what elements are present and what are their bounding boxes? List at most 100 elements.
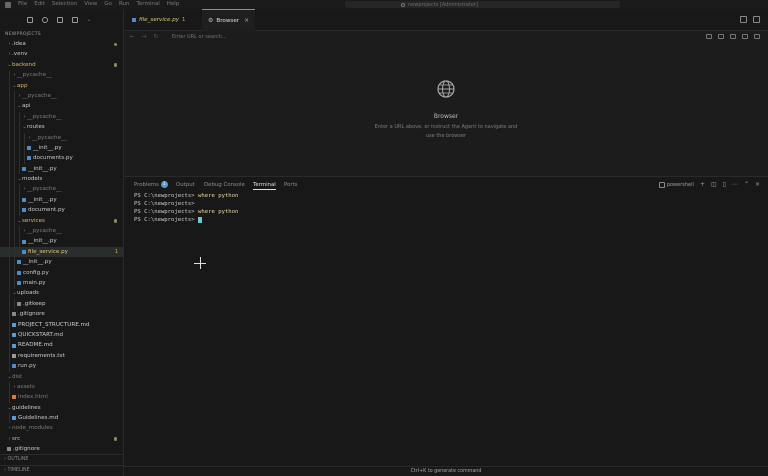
tree-item-label: app (17, 82, 28, 89)
tree-folder-item[interactable]: ⌄ services (0, 215, 124, 227)
terminal-prompt: PS C:\newprojects> (134, 217, 195, 223)
close-icon[interactable]: × (755, 181, 760, 188)
command-search[interactable]: newprojects [Administrator] (345, 1, 620, 8)
tree-item-label: models (22, 176, 43, 183)
explorer-icon[interactable] (27, 17, 33, 23)
menu-go[interactable]: Go (104, 0, 112, 9)
tab-debug-console[interactable]: Debug Console (204, 181, 245, 189)
menu-selection[interactable]: Selection (52, 0, 77, 9)
menu-edit[interactable]: Edit (34, 0, 45, 9)
tree-file-item[interactable]: document.py (0, 205, 124, 216)
menu-view[interactable]: View (84, 0, 97, 9)
tree-folder-item[interactable]: › __pycache__ (0, 90, 124, 102)
more-icon[interactable]: ⋯ (732, 181, 738, 188)
indent-guide (9, 319, 10, 330)
tree-item-label: .gitkeep (23, 300, 46, 307)
window-icon[interactable] (742, 34, 748, 39)
menu-file[interactable]: File (18, 0, 27, 9)
tree-folder-item[interactable]: ⌄ guidelines (0, 403, 124, 413)
indent-guide (9, 413, 10, 424)
tree-folder-item[interactable]: › assets (0, 381, 124, 393)
indent-guide (9, 246, 10, 258)
tree-file-item[interactable]: requirements.txt (0, 350, 124, 362)
tree-file-item[interactable]: QUICKSTART.md (0, 329, 124, 341)
tree-file-item[interactable]: __init__.py (0, 163, 124, 175)
tree-file-item[interactable]: __init__.py (0, 257, 124, 268)
timeline-section[interactable]: › TIMELINE (0, 465, 124, 474)
devtools-icon[interactable] (718, 34, 724, 39)
tree-folder-item[interactable]: ⌄ app (0, 80, 124, 91)
tab-browser[interactable]: ⚙ Browser × (202, 9, 256, 32)
editor-actions (734, 16, 760, 23)
tree-file-item[interactable]: .gitignore (0, 309, 124, 320)
tree-folder-item[interactable]: › __pycache__ (0, 111, 124, 123)
reload-icon[interactable]: ↻ (152, 34, 160, 40)
terminal-output[interactable]: PS C:\newprojects> where python PS C:\ne… (134, 192, 754, 224)
close-icon[interactable]: × (244, 10, 249, 32)
tree-folder-item[interactable]: › src (0, 434, 124, 444)
menu-run[interactable]: Run (119, 0, 130, 9)
tree-file-item[interactable]: README.md (0, 340, 124, 351)
tab-terminal[interactable]: Terminal (253, 181, 276, 190)
tree-folder-item[interactable]: › node_modules (0, 423, 124, 433)
maximize-panel-icon[interactable]: ⌃ (744, 181, 749, 188)
tree-file-item[interactable]: __init__.py (0, 194, 124, 206)
menu-help[interactable]: Help (167, 0, 180, 9)
tree-file-item[interactable]: documents.py (0, 153, 124, 164)
tab-file-service[interactable]: file_service.py 1 (132, 9, 185, 31)
indent-guide (9, 111, 10, 123)
tree-file-item[interactable]: PROJECT_STRUCTURE.md (0, 319, 124, 330)
chevron-down-icon[interactable]: ⌄ (87, 17, 91, 23)
explorer-sidebar: ⌄ NEWPROJECTS › .idea › .venv ⌄ backend › __pyc… (0, 9, 124, 476)
trash-icon[interactable]: ▯ (723, 181, 726, 188)
file-icon (12, 416, 16, 421)
tree-file-item[interactable]: Guidelines.md (0, 413, 124, 424)
tab-problems[interactable]: Problems 1 (134, 181, 168, 189)
outline-section[interactable]: › OUTLINE (0, 454, 124, 463)
tree-folder-item[interactable]: › __pycache__ (0, 226, 124, 237)
terminal-prompt: PS C:\newprojects> (134, 193, 195, 199)
terminal-prompt: PS C:\newprojects> (134, 209, 195, 215)
tree-folder-item[interactable]: › .idea (0, 39, 124, 49)
tree-file-item[interactable]: __init__.py (0, 236, 124, 247)
url-input[interactable] (172, 33, 652, 41)
tree-file-item[interactable]: run.py (0, 361, 124, 372)
screenshot-icon[interactable] (706, 34, 712, 39)
tree-folder-item[interactable]: › __pycache__ (0, 70, 124, 81)
terminal-line: PS C:\newprojects> (134, 200, 754, 208)
tree-folder-item[interactable]: ⌄ api (0, 101, 124, 112)
indent-guide (19, 184, 20, 195)
extensions-icon[interactable] (72, 17, 78, 23)
add-terminal-icon[interactable]: + (700, 181, 705, 188)
tree-folder-item[interactable]: › __pycache__ (0, 132, 124, 143)
tree-file-item[interactable]: .gitkeep (0, 298, 124, 310)
menu-terminal[interactable]: Terminal (136, 0, 159, 9)
file-icon (22, 166, 26, 171)
tree-folder-item[interactable]: ⌄ routes (0, 122, 124, 133)
split-terminal-icon[interactable]: ◫ (711, 181, 717, 188)
tree-folder-item[interactable]: ⌄ uploads (0, 288, 124, 299)
tree-folder-item[interactable]: › __pycache__ (0, 184, 124, 195)
back-icon[interactable]: ← (128, 34, 136, 40)
tree-folder-item[interactable]: ⌄ backend (0, 60, 124, 70)
tree-file-item[interactable]: main.py (0, 277, 124, 289)
forward-icon[interactable]: → (140, 34, 148, 40)
tree-file-item[interactable]: file_service.py 1 (0, 246, 124, 258)
open-external-icon[interactable] (730, 34, 736, 39)
indent-guide (9, 163, 10, 175)
search-icon[interactable] (42, 17, 48, 23)
tree-file-item[interactable]: config.py (0, 267, 124, 278)
close-panel-icon[interactable] (754, 34, 760, 39)
tree-folder-item[interactable]: ⌄ models (0, 174, 124, 185)
split-editor-icon[interactable] (740, 16, 747, 23)
more-actions-icon[interactable] (753, 16, 760, 23)
tab-output[interactable]: Output (176, 181, 195, 189)
tree-file-item[interactable]: index.html (0, 392, 124, 403)
tree-item-label: __pycache__ (27, 113, 62, 120)
tree-folder-item[interactable]: › .venv (0, 49, 124, 59)
shell-name[interactable]: powershell (667, 182, 694, 188)
tab-ports[interactable]: Ports (284, 181, 298, 189)
tree-file-item[interactable]: __init__.py (0, 142, 124, 154)
tree-folder-item[interactable]: ⌄ dist (0, 372, 124, 382)
source-control-icon[interactable] (57, 17, 63, 23)
